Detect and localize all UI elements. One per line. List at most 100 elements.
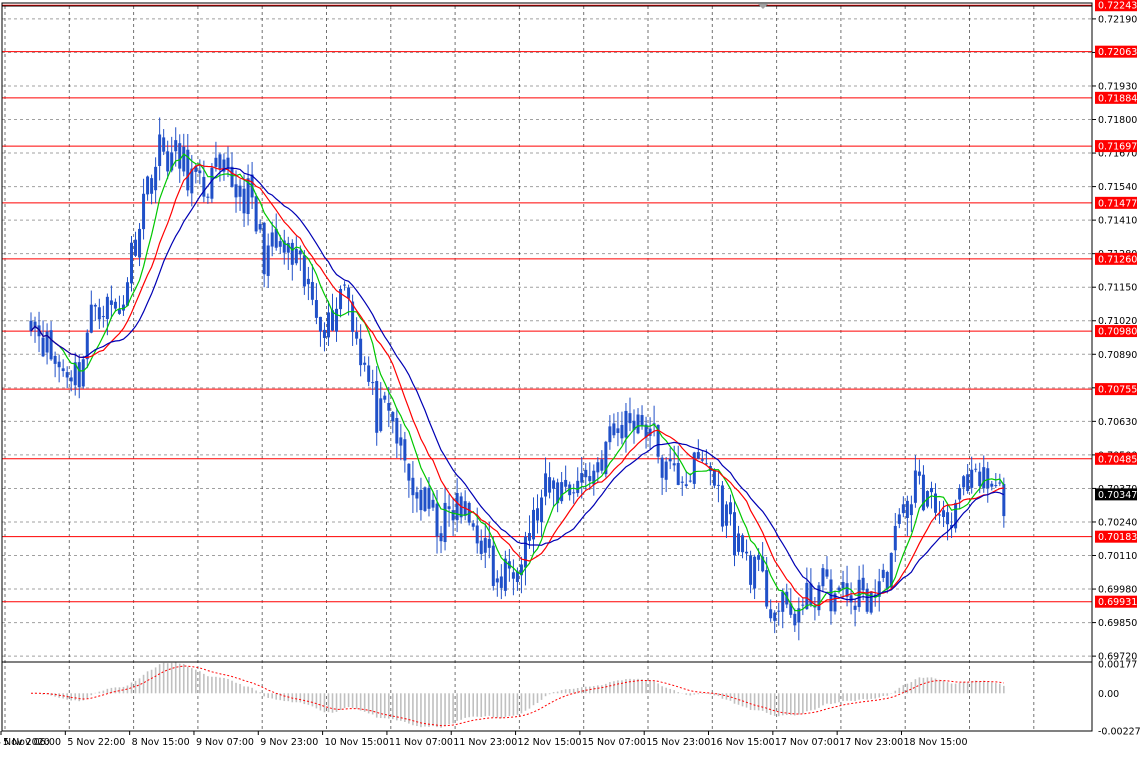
candle-body xyxy=(938,514,942,516)
level-tag-label: 0.72243 xyxy=(1098,1,1137,12)
candle-body xyxy=(483,538,487,553)
candle-body xyxy=(511,572,515,579)
indicator-tick-label: -0.002277 xyxy=(1098,727,1140,738)
level-tag-label: 0.71884 xyxy=(1098,93,1137,104)
price-tick-label: 0.71800 xyxy=(1098,115,1137,126)
indicator-tick-label: 0.00 xyxy=(1098,689,1119,700)
price-tick-label: 0.70240 xyxy=(1098,517,1137,528)
candle-body xyxy=(218,154,222,169)
candle-body xyxy=(668,458,672,462)
candle-body xyxy=(696,452,700,459)
candle-body xyxy=(757,555,761,560)
candle-body xyxy=(399,437,403,446)
candle-body xyxy=(616,428,620,433)
candle xyxy=(833,590,837,615)
candle-body xyxy=(105,296,109,320)
candle-body xyxy=(367,365,371,382)
candle xyxy=(423,486,427,513)
candle-body xyxy=(290,242,294,265)
level-tag-label: 0.71697 xyxy=(1098,142,1137,153)
candle-body xyxy=(974,468,978,470)
candle-body xyxy=(584,469,588,478)
candle-body xyxy=(113,301,117,309)
price-tick-label: 0.71410 xyxy=(1098,216,1137,227)
candle-body xyxy=(901,504,905,514)
candle-body xyxy=(600,459,604,471)
candle-body xyxy=(65,372,69,378)
candle-body xyxy=(540,497,544,523)
candle-body xyxy=(753,556,757,589)
time-tick-label: 10 Nov 15:00 xyxy=(325,737,389,748)
candle-body xyxy=(970,469,974,488)
candle-body xyxy=(620,424,624,439)
candle-body xyxy=(138,228,142,258)
candle-body xyxy=(81,359,85,387)
candle-body xyxy=(527,533,531,541)
candle-body xyxy=(53,355,57,364)
candle-body xyxy=(986,468,990,489)
candle-body xyxy=(745,551,749,554)
candle-body xyxy=(684,484,688,487)
candle-body xyxy=(692,452,696,484)
candle-body xyxy=(230,166,234,187)
candle-body xyxy=(387,402,391,411)
candle-body xyxy=(998,482,1002,484)
candle-body xyxy=(688,480,692,482)
candle-body xyxy=(443,502,447,543)
candle-body xyxy=(375,380,379,433)
candle-body xyxy=(841,581,845,589)
candle-body xyxy=(749,555,753,585)
candle-body xyxy=(479,540,483,554)
candle-body xyxy=(700,459,704,461)
candle-body xyxy=(712,469,716,486)
candle-body xyxy=(326,312,330,338)
candle-body xyxy=(278,241,282,247)
candle-body xyxy=(318,316,322,332)
candle-body xyxy=(793,613,797,626)
candle-body xyxy=(347,287,351,299)
level-tag-label: 0.70183 xyxy=(1098,532,1137,543)
candle-body xyxy=(777,610,781,612)
chart-svg[interactable]: 0.721900.720600.719300.718000.716700.715… xyxy=(0,0,1140,754)
price-tick-label: 0.70110 xyxy=(1098,551,1137,562)
candle xyxy=(130,235,133,292)
candle-body xyxy=(897,514,901,524)
current-price-label: 0.70347 xyxy=(1098,490,1137,501)
candle-body xyxy=(435,503,439,537)
candle-body xyxy=(821,568,825,587)
time-tick-label: 11 Nov 23:00 xyxy=(453,737,517,748)
candle-body xyxy=(491,545,495,586)
candle-body xyxy=(439,533,443,542)
candle-body xyxy=(451,510,455,521)
candle-body xyxy=(994,485,998,487)
candle-body xyxy=(379,398,383,431)
candle-body xyxy=(150,178,154,194)
candle-body xyxy=(146,176,150,195)
candle-body xyxy=(395,418,399,444)
candle-body xyxy=(881,569,885,578)
candle-body xyxy=(552,480,556,489)
candle-body xyxy=(640,415,644,427)
price-chart[interactable]: 0.721900.720600.719300.718000.716700.715… xyxy=(0,0,1140,754)
candle-body xyxy=(314,300,318,318)
candle-body xyxy=(178,143,182,169)
candle-body xyxy=(544,473,548,497)
candle-body xyxy=(77,362,81,388)
candle xyxy=(254,193,258,235)
candle-body xyxy=(741,535,745,553)
candle-body xyxy=(720,485,724,527)
candle-body xyxy=(298,250,302,255)
candle-body xyxy=(254,196,258,232)
candle-body xyxy=(130,242,133,284)
price-tick-label: 0.72190 xyxy=(1098,14,1137,25)
candle-body xyxy=(117,309,121,314)
candle-body xyxy=(495,578,499,583)
price-tick-label: 0.69980 xyxy=(1098,585,1137,596)
candle-body xyxy=(917,471,921,476)
candle-body xyxy=(210,167,214,199)
candle-body xyxy=(238,185,242,197)
candle-body xyxy=(335,308,339,332)
candle-body xyxy=(929,487,933,493)
candle-body xyxy=(57,361,61,368)
time-tick-label: 9 Nov 23:00 xyxy=(260,737,318,748)
